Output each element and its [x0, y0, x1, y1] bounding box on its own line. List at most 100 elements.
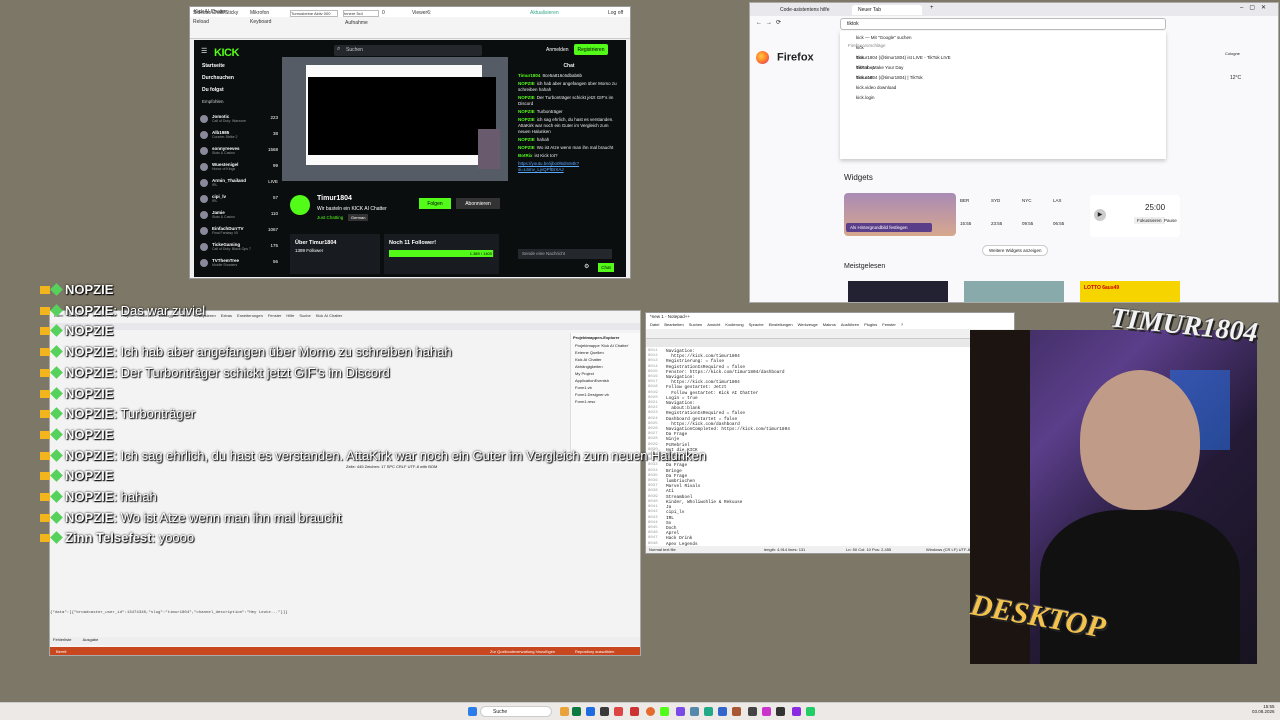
notepad-menu-item[interactable]: Ausführen — [841, 322, 859, 327]
notepad-menu-item[interactable]: Kodierung — [725, 322, 743, 327]
tree-item[interactable]: ApplicationEventsh — [571, 377, 640, 384]
pause-button[interactable]: Pause — [1164, 218, 1177, 223]
tab-output[interactable]: Ausgabe — [83, 637, 99, 642]
window-controls[interactable]: –▢✕ — [1240, 4, 1272, 11]
tree-item[interactable]: Kick AI Chatter — [571, 356, 640, 363]
app-icon-16[interactable] — [776, 707, 785, 716]
channel-item[interactable]: cipi_lv IRL 57 — [200, 194, 278, 206]
app-icon-9[interactable] — [676, 707, 685, 716]
vs-menu-item[interactable]: Fenster — [268, 313, 282, 318]
kick-icon[interactable] — [660, 707, 669, 716]
chat-username[interactable]: Timur1804 — [518, 73, 540, 78]
sidebar-toggle[interactable]: Sidebar/Chatt/Sticky — [193, 10, 238, 16]
vs-menu-item[interactable]: Extras — [221, 313, 232, 318]
streamer-name[interactable]: Timur1804 — [317, 195, 352, 202]
channel-item[interactable]: Jamie Slots & Casino 110 — [200, 210, 278, 222]
app-icon-2[interactable] — [572, 707, 581, 716]
nav-home[interactable]: Startseite — [194, 60, 280, 72]
chat-link[interactable]: https://youtu.be/ijbo0l6dm84k?si=L6mv_Lj… — [514, 160, 624, 174]
search-input[interactable]: ⌕ Suchen — [334, 45, 482, 56]
language-tag[interactable]: German — [348, 214, 369, 221]
app-icon-10[interactable] — [690, 707, 699, 716]
notepad-menu-item[interactable]: Suchen — [689, 322, 703, 327]
keyboard-field[interactable]: Keyboard — [250, 19, 271, 25]
notepad-menu-item[interactable]: ? — [901, 322, 903, 327]
streamer-avatar[interactable] — [290, 195, 310, 215]
notepad-window[interactable]: *new 1 - Notepad++ Datei Bearbeiten Suchen… — [645, 312, 1015, 554]
more-widgets-button[interactable]: Weitere Widgets anzeigen — [982, 245, 1049, 256]
tree-item[interactable]: Form1.resx — [571, 398, 640, 405]
menu-icon[interactable]: ☰ — [201, 47, 207, 55]
app-icon-13[interactable] — [732, 707, 741, 716]
notepad-menu-item[interactable]: Sprache — [749, 322, 764, 327]
url-suggestion[interactable]: kick.video download — [848, 83, 1158, 93]
notepad-icon[interactable] — [806, 707, 815, 716]
nav-following[interactable]: Du folgst — [194, 84, 280, 96]
app-icon-4[interactable] — [600, 707, 609, 716]
chat-username[interactable]: NOPZIE — [518, 109, 535, 114]
notepad-menu-item[interactable]: Werkzeuge — [798, 322, 818, 327]
video-player[interactable] — [282, 57, 508, 181]
gear-icon[interactable]: ⚙ — [584, 263, 589, 270]
tree-item[interactable]: Externe Quellen — [571, 349, 640, 356]
chat-username[interactable]: NOPZIE — [518, 137, 535, 142]
repo-button[interactable]: Repository auswählen — [575, 649, 614, 654]
history-item[interactable]: Timur1804 (@timur1804) | TikTok — [848, 73, 1158, 83]
channel-item[interactable]: Armin_Thailand IRL LIVE — [200, 178, 278, 190]
focus-button[interactable]: Fokussieren — [1134, 217, 1165, 224]
history-item[interactable]: TikTok - Make Your Day — [848, 63, 1158, 73]
app-icon-14[interactable] — [748, 707, 757, 716]
channel-item[interactable]: TVThemTree Mobile Shooters 56 — [200, 258, 278, 270]
visual-studio-window[interactable]: Datei Bearbeiten Ansicht Git Projekt Erstelle… — [49, 310, 641, 656]
app-icon-12[interactable] — [718, 707, 727, 716]
nav-arrows-icon[interactable]: ←→⟳ — [756, 19, 785, 26]
tab-code[interactable]: Code-asistentens hilfe — [774, 5, 835, 15]
channel-item[interactable]: Alb1985 Counter-Strike 2 38 — [200, 130, 278, 142]
notepad-menu-item[interactable]: Einstellungen — [769, 322, 793, 327]
story-card-3[interactable]: LOTTO 6aus49 — [1080, 281, 1180, 302]
vs-menu-item[interactable]: Kick AI Chatter — [316, 313, 342, 318]
channel-item[interactable]: Jomotic Call of Duty: Warzone 223 — [200, 114, 278, 126]
category-link[interactable]: Just Chatting — [317, 215, 343, 220]
tree-item[interactable]: Abhängigkeiten — [571, 363, 640, 370]
vs-menu-item[interactable]: Suche — [299, 313, 310, 318]
chat-username[interactable]: BotRix — [518, 153, 533, 158]
notepad-menu-item[interactable]: Ansicht — [707, 322, 720, 327]
app-icon-3[interactable] — [586, 707, 595, 716]
wallpaper-widget[interactable]: Als Hintergrundbild festlegen — [844, 193, 956, 236]
logoff-button[interactable]: Log off — [608, 10, 623, 16]
clock[interactable]: 15:55 03.08.2026 — [1252, 704, 1275, 714]
tab-errors[interactable]: Fehlerliste — [53, 637, 71, 642]
app-icon-11[interactable] — [704, 707, 713, 716]
chat-username[interactable]: NOPZIE — [518, 117, 535, 122]
app-icon-15[interactable] — [762, 707, 771, 716]
channel-item[interactable]: EinfachDurrTV Final Fantasy VII 1067 — [200, 226, 278, 238]
chat-input[interactable]: Sende eine Nachricht — [518, 249, 612, 259]
story-card-1[interactable] — [848, 281, 948, 302]
app-icon-6[interactable] — [630, 707, 639, 716]
login-link[interactable]: Anmelden — [546, 47, 569, 53]
vs-menu-item[interactable]: Erweiterungen — [237, 313, 263, 318]
nav-browse[interactable]: Durchsuchen — [194, 72, 280, 84]
channel-item[interactable]: TickeGaming Call of Duty: Black Ops 7 175 — [200, 242, 278, 254]
count-field[interactable]: 0 — [382, 10, 385, 16]
register-button[interactable]: Registrieren — [574, 44, 608, 55]
turnus-field[interactable]: Turnusbeine Aktiv 000 — [290, 10, 338, 17]
kick-ai-chatter-window[interactable]: Kick AI Chatter Sidebar/Chatt/Sticky Rel… — [189, 6, 631, 279]
tree-item[interactable]: Form1.vb — [571, 384, 640, 391]
play-icon[interactable]: ▶ — [1094, 209, 1106, 221]
history-item[interactable]: Timur1804 (@timur1804) ist LIVE - TikTok… — [848, 53, 1158, 63]
notepad-menu-item[interactable]: Bearbeiten — [664, 322, 683, 327]
notepad-menu-item[interactable]: Makros — [823, 322, 836, 327]
story-card-2[interactable] — [964, 281, 1064, 302]
firefox-window[interactable]: Code-asistentens hilfe Neuer Tab + –▢✕ ←… — [749, 2, 1279, 303]
mic-checkbox[interactable]: Mikrofon — [250, 10, 269, 16]
chat-username[interactable]: NOPZIE — [518, 81, 535, 86]
chat-username[interactable]: NOPZIE — [518, 95, 535, 100]
taskbar-search[interactable]: Suche — [480, 706, 552, 717]
innere-field[interactable]: Innere 5x4 — [343, 10, 379, 17]
start-icon[interactable] — [468, 707, 477, 716]
vs-icon[interactable] — [792, 707, 801, 716]
explorer-icon[interactable] — [560, 707, 569, 716]
firefox-icon[interactable] — [646, 707, 655, 716]
